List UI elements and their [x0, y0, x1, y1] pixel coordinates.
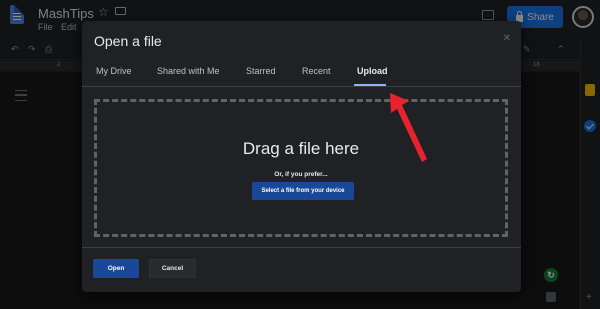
tab-my-drive[interactable]: My Drive [96, 66, 132, 76]
cancel-button[interactable]: Cancel [149, 259, 196, 278]
select-file-button[interactable]: Select a file from your device [252, 182, 354, 200]
docs-app: MashTips ☆ File Edit Share ↶ ↷ ⎙ ✎ ⌃ 2 1… [0, 0, 600, 309]
open-file-dialog: Open a file ✕ My Drive Shared with Me St… [82, 21, 521, 292]
tab-shared-with-me[interactable]: Shared with Me [157, 66, 220, 76]
dialog-title: Open a file [94, 33, 162, 49]
annotation-arrow [390, 93, 427, 162]
close-icon[interactable]: ✕ [503, 33, 511, 44]
file-drop-zone[interactable]: Drag a file here Or, if you prefer... Se… [94, 99, 508, 237]
active-tab-indicator [354, 84, 386, 86]
dialog-tabs: My Drive Shared with Me Starred Recent U… [82, 61, 521, 87]
tab-recent[interactable]: Recent [302, 66, 331, 76]
tab-starred[interactable]: Starred [246, 66, 276, 76]
tab-upload[interactable]: Upload [357, 66, 388, 76]
footer-divider [82, 247, 521, 248]
open-button[interactable]: Open [93, 259, 139, 278]
drop-zone-subtitle: Or, if you prefer... [274, 171, 328, 178]
drop-zone-title: Drag a file here [242, 139, 360, 158]
